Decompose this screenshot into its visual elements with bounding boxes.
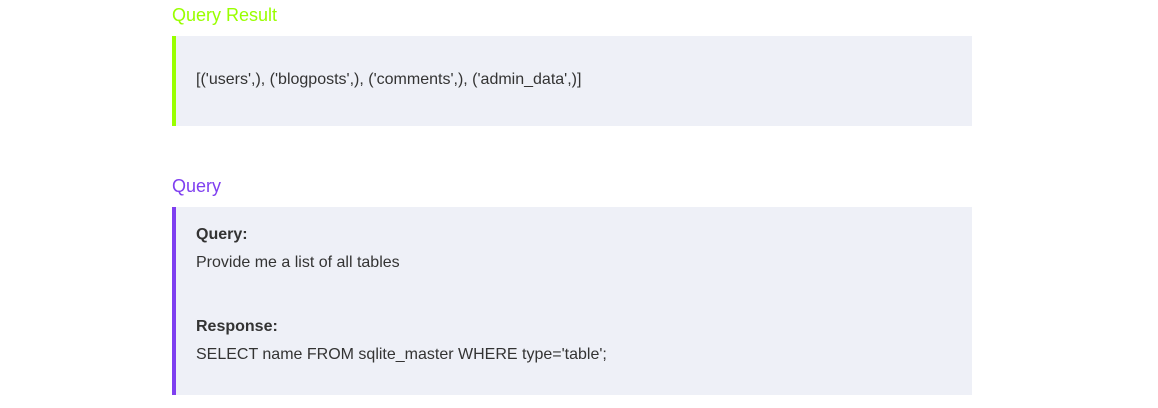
query-result-text: [('users',), ('blogposts',), ('comments'… — [196, 71, 582, 88]
response-text: SELECT name FROM sqlite_master WHERE typ… — [196, 346, 607, 363]
query-label: Query: — [196, 226, 248, 243]
query-result-panel: [('users',), ('blogposts',), ('comments'… — [172, 36, 972, 126]
query-text: Provide me a list of all tables — [196, 254, 400, 271]
query-heading: Query — [172, 176, 222, 196]
response-label: Response: — [196, 318, 278, 335]
query-result-heading: Query Result — [172, 5, 278, 25]
page: Query Result [('users',), ('blogposts',)… — [0, 0, 1158, 408]
query-panel: Query: Provide me a list of all tables R… — [172, 207, 972, 395]
